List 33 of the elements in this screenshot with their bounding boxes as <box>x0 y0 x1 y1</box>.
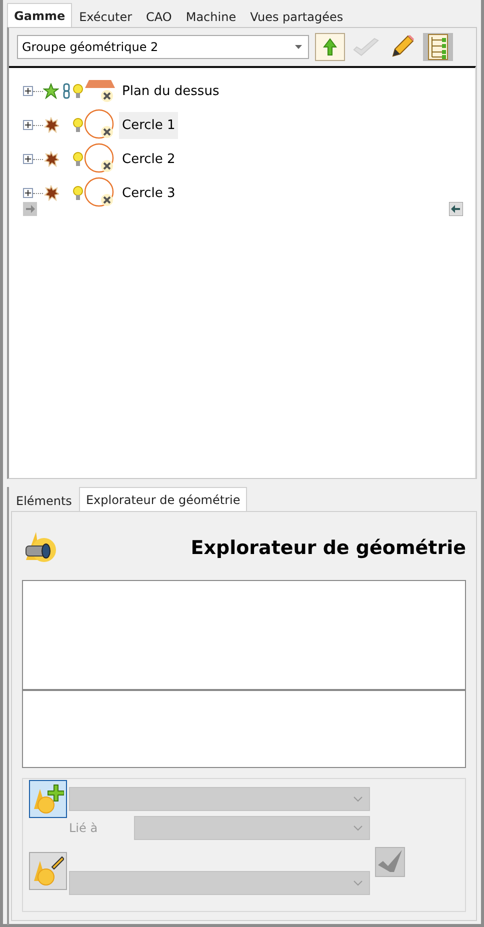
group-dropdown[interactable]: Groupe géométrique 2 <box>17 35 309 59</box>
tree-item[interactable]: Cercle 3 <box>119 180 178 206</box>
linked-label: Lié à <box>69 821 99 835</box>
expand-icon[interactable] <box>23 120 33 130</box>
tree-view-button[interactable] <box>423 33 453 61</box>
dropdown-arrow-icon <box>295 45 302 49</box>
light-bulb-icon <box>73 185 83 201</box>
dropdown-value: Groupe géométrique 2 <box>22 40 158 54</box>
add-shape-button[interactable] <box>29 780 67 818</box>
light-bulb-icon <box>73 83 83 99</box>
chevron-icon <box>353 880 363 886</box>
expand-icon[interactable] <box>23 188 33 198</box>
tab[interactable]: Gamme <box>7 3 72 27</box>
shapes-plus-icon <box>32 783 64 815</box>
tree-item[interactable]: Cercle 2 <box>119 146 178 172</box>
edit-shape-button[interactable] <box>29 852 67 890</box>
light-bulb-icon <box>73 117 83 133</box>
expand-icon[interactable] <box>23 154 33 164</box>
light-bulb-icon <box>73 151 83 167</box>
check-icon <box>352 36 380 58</box>
chevron-icon <box>353 825 363 831</box>
expand-icon[interactable] <box>23 86 33 96</box>
left-arrow-icon[interactable] <box>449 202 463 216</box>
check-button[interactable] <box>375 847 405 877</box>
tab[interactable]: Explorateur de géométrie <box>78 487 248 511</box>
panel-title: Explorateur de géométrie <box>190 537 466 559</box>
tree-item[interactable]: Cercle 1 <box>119 112 178 138</box>
tree-item[interactable]: Plan du dessus <box>119 78 222 104</box>
up-button[interactable] <box>315 33 345 61</box>
chevron-icon <box>353 796 363 802</box>
tree-icon <box>428 34 448 60</box>
up-arrow-icon <box>323 38 337 56</box>
shapes-pencil-icon <box>32 855 64 887</box>
